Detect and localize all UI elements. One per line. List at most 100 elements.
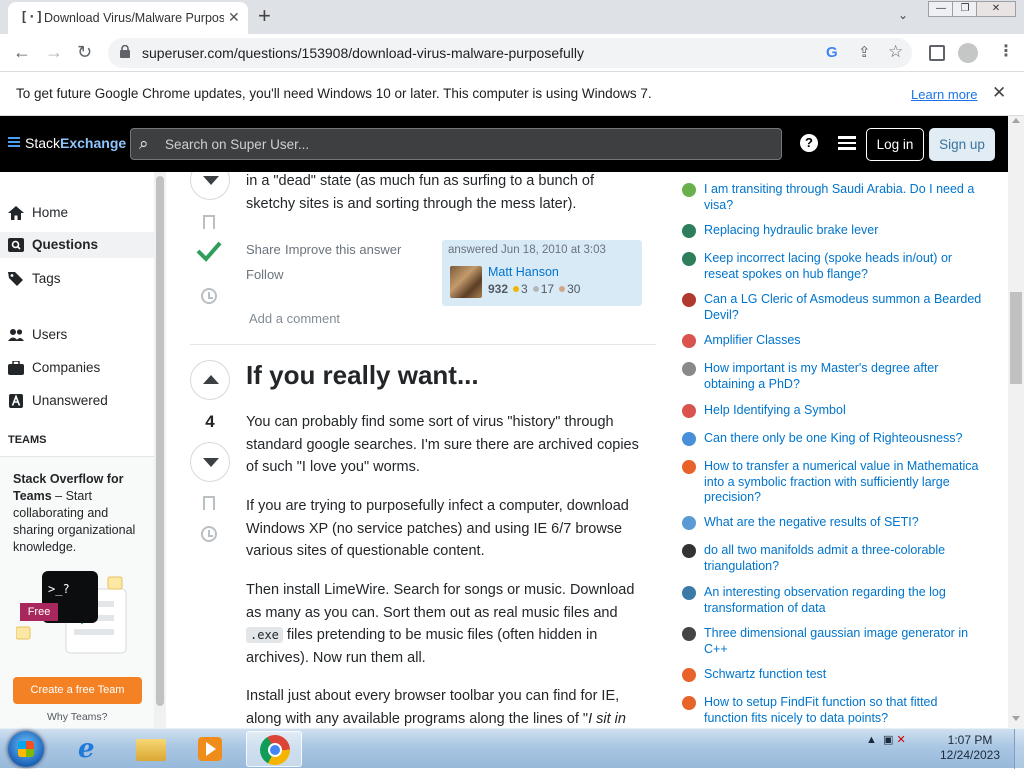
page-scrollbar-thumb[interactable]: [1010, 292, 1022, 384]
url-text: superuser.com/questions/153908/download-…: [142, 45, 585, 61]
bronze-badge-icon: [559, 286, 566, 292]
side-panel-icon[interactable]: [929, 45, 945, 61]
follow-link[interactable]: Follow: [246, 267, 284, 282]
hnq-link[interactable]: Three dimensional gaussian image generat…: [704, 626, 984, 657]
site-icon: [682, 293, 696, 307]
nav-companies[interactable]: Companies: [8, 355, 154, 381]
left-scrollbar-thumb[interactable]: [156, 176, 164, 706]
start-button[interactable]: [8, 731, 44, 767]
hnq-link[interactable]: Replacing hydraulic brake lever: [704, 223, 984, 239]
address-bar[interactable]: superuser.com/questions/153908/download-…: [108, 38, 912, 68]
downvote-arrow-icon-2: [203, 458, 219, 467]
taskbar-chrome[interactable]: [246, 731, 302, 767]
help-icon[interactable]: ?: [800, 134, 818, 152]
page-scrollbar[interactable]: [1008, 116, 1024, 728]
answer-paragraph-4: Install just about every browser toolbar…: [246, 685, 646, 728]
downvote-button[interactable]: [190, 172, 230, 200]
bookmark-icon-2[interactable]: [203, 496, 215, 510]
hnq-link[interactable]: Can there only be one King of Righteousn…: [704, 431, 984, 447]
scroll-down-arrow-icon[interactable]: [1012, 716, 1020, 721]
why-teams-link[interactable]: Why Teams?: [47, 711, 108, 723]
improve-answer-link[interactable]: Improve this answer: [285, 242, 401, 257]
google-lens-icon[interactable]: G: [826, 44, 838, 61]
forward-arrow-icon[interactable]: →: [45, 42, 63, 62]
scroll-up-arrow-icon[interactable]: [1012, 118, 1020, 123]
clock[interactable]: 1:07 PM 12/24/2023: [930, 733, 1010, 763]
hnq-link[interactable]: An interesting observation regarding the…: [704, 585, 984, 616]
tab-strip: [·] Download Virus/Malware Purposefully …: [0, 0, 1024, 34]
system-tray[interactable]: ▲ ▣ ✕: [866, 733, 906, 746]
volume-muted-icon[interactable]: ✕: [896, 734, 905, 746]
tab-search-chevron-icon[interactable]: ⌄: [898, 8, 908, 22]
hnq-link[interactable]: Help Identifying a Symbol: [704, 403, 984, 419]
nav-unanswered[interactable]: Unanswered: [8, 388, 154, 414]
history-icon-2[interactable]: [201, 526, 217, 542]
network-icon[interactable]: ▣: [883, 734, 893, 746]
teams-promo-text: Stack Overflow for Teams – Start collabo…: [13, 471, 145, 556]
tab-close-icon[interactable]: ✕: [228, 9, 240, 26]
site-header: StackExchange ⌕ Search on Super User... …: [0, 116, 1008, 172]
hnq-link[interactable]: How to transfer a numerical value in Mat…: [704, 459, 984, 506]
site-icon: [682, 432, 696, 446]
nav-questions[interactable]: Questions: [0, 232, 154, 258]
left-sidebar-scrollbar[interactable]: [154, 172, 166, 728]
hnq-link[interactable]: I am transiting through Saudi Arabia. Do…: [704, 182, 984, 213]
avatar[interactable]: [450, 266, 482, 298]
hnq-link[interactable]: How to setup FindFit function so that fi…: [704, 695, 984, 726]
bookmark-star-icon[interactable]: ☆: [888, 42, 903, 62]
downvote-button-2[interactable]: [190, 442, 230, 482]
answer-paragraph-4-em: I sit in: [588, 710, 626, 727]
answer-paragraph-4-a: Install just about every browser toolbar…: [246, 688, 620, 727]
learn-more-link[interactable]: Learn more: [911, 87, 977, 102]
site-icon: [682, 668, 696, 682]
user-name-link[interactable]: Matt Hanson: [488, 265, 559, 279]
answer-paragraph-2: If you are trying to purposefully infect…: [246, 498, 629, 559]
upvote-button[interactable]: [190, 360, 230, 400]
questions-icon: [8, 238, 24, 252]
nav-users[interactable]: Users: [8, 322, 154, 348]
close-window-button[interactable]: ✕: [976, 1, 1016, 17]
nav-home-label: Home: [32, 205, 69, 220]
login-button[interactable]: Log in: [866, 128, 924, 161]
stack-exchange-favicon-icon: [·]: [20, 10, 44, 25]
hnq-link[interactable]: How important is my Master's degree afte…: [704, 361, 984, 392]
back-arrow-icon[interactable]: ←: [13, 42, 31, 62]
create-team-button[interactable]: Create a free Team: [13, 677, 142, 704]
nav-tags[interactable]: Tags: [8, 266, 154, 292]
hnq-link[interactable]: Keep incorrect lacing (spoke heads in/ou…: [704, 251, 984, 282]
answer-divider: [190, 344, 656, 345]
hnq-link[interactable]: Amplifier Classes: [704, 333, 984, 349]
nav-questions-label: Questions: [32, 237, 99, 252]
hnq-link[interactable]: do all two manifolds admit a three-color…: [704, 543, 984, 574]
signup-button[interactable]: Sign up: [929, 128, 995, 161]
hnq-link[interactable]: Schwartz function test: [704, 667, 984, 683]
maximize-button[interactable]: ❐: [952, 1, 978, 17]
browser-tab[interactable]: [·] Download Virus/Malware Purposefully …: [8, 2, 248, 34]
site-switcher-icon[interactable]: [838, 136, 856, 150]
history-icon[interactable]: [201, 288, 217, 304]
nav-home[interactable]: Home: [8, 200, 154, 226]
close-infobar-icon[interactable]: ✕: [992, 83, 1006, 103]
menu-kebab-icon[interactable]: ⋮: [998, 42, 1014, 62]
answered-date: answered Jun 18, 2010 at 3:03: [448, 244, 606, 256]
hnq-link[interactable]: Can a LG Cleric of Asmodeus summon a Bea…: [704, 292, 984, 323]
hnq-link[interactable]: What are the negative results of SETI?: [704, 515, 984, 531]
share-icon[interactable]: ⇪: [858, 43, 871, 61]
taskbar-ie[interactable]: e: [62, 731, 118, 767]
bookmark-icon[interactable]: [203, 215, 215, 229]
add-comment-link[interactable]: Add a comment: [249, 311, 340, 326]
upvote-arrow-icon: [203, 375, 219, 384]
minimize-button[interactable]: —: [928, 1, 954, 17]
new-tab-button[interactable]: +: [258, 4, 271, 28]
share-link[interactable]: Share: [246, 242, 281, 257]
site-icon: [682, 224, 696, 238]
show-desktop-button[interactable]: [1014, 729, 1024, 769]
site-search-box[interactable]: ⌕ Search on Super User...: [130, 128, 782, 160]
gold-badge-count: 3: [521, 282, 528, 296]
stack-exchange-logo[interactable]: StackExchange: [8, 135, 126, 151]
profile-avatar-icon[interactable]: [958, 43, 978, 63]
tray-expand-icon[interactable]: ▲: [866, 734, 877, 746]
taskbar-media-player[interactable]: [182, 731, 238, 767]
reload-icon[interactable]: ↻: [77, 42, 92, 62]
taskbar-explorer[interactable]: [122, 731, 178, 767]
